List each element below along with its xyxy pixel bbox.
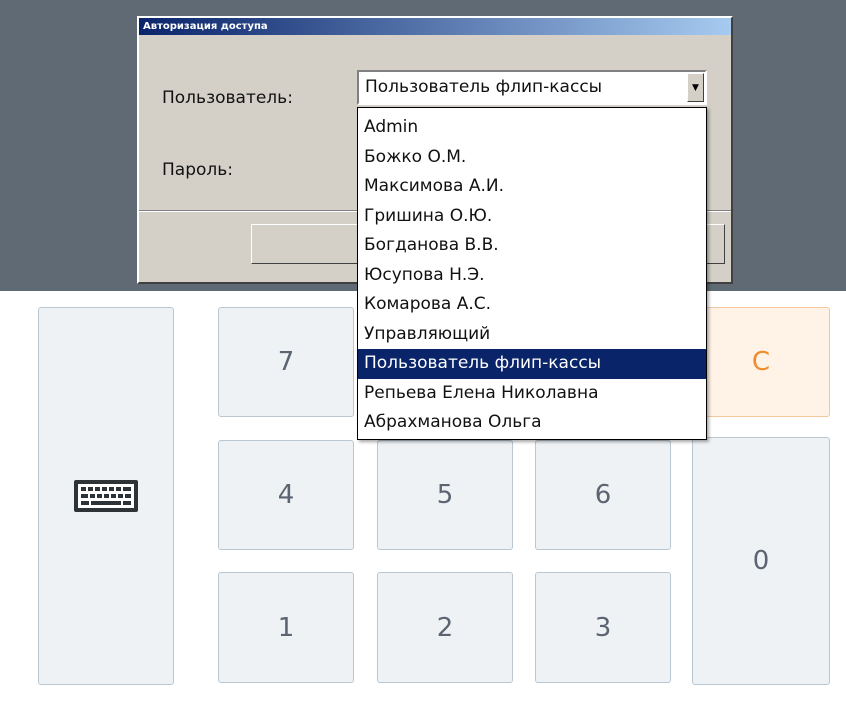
key-2[interactable]: 2 (377, 572, 513, 683)
list-item[interactable]: Богданова В.В. (358, 231, 706, 261)
list-item[interactable]: Максимова А.И. (358, 172, 706, 202)
list-item-selected[interactable]: Пользователь флип-кассы (358, 349, 706, 379)
user-select[interactable]: Пользователь флип-кассы ▼ (357, 70, 707, 105)
list-item[interactable]: Гришина О.Ю. (358, 202, 706, 232)
password-label: Пароль: (162, 160, 234, 180)
list-item[interactable]: Репьева Елена Николавна (358, 379, 706, 409)
list-item[interactable]: Комарова А.С. (358, 290, 706, 320)
key-6[interactable]: 6 (535, 440, 671, 550)
keyboard-button[interactable] (38, 307, 174, 685)
key-7[interactable]: 7 (218, 307, 354, 417)
key-4[interactable]: 4 (218, 440, 354, 550)
user-select-value: Пользователь флип-кассы (365, 77, 603, 97)
list-item[interactable]: Абрахманова Ольга (358, 408, 706, 438)
key-1[interactable]: 1 (218, 572, 354, 683)
list-item[interactable]: Божко О.М. (358, 143, 706, 173)
key-0[interactable]: 0 (692, 437, 830, 685)
list-item[interactable]: Юсупова Н.Э. (358, 261, 706, 291)
user-label: Пользователь: (162, 88, 293, 108)
dialog-title: Авторизация доступа (139, 18, 731, 35)
clear-button[interactable]: C (692, 307, 830, 417)
user-dropdown-list: Admin Божко О.М. Максимова А.И. Гришина … (357, 107, 707, 440)
chevron-down-icon[interactable]: ▼ (687, 73, 704, 102)
list-item[interactable]: Управляющий (358, 320, 706, 350)
key-3[interactable]: 3 (535, 572, 671, 683)
list-item[interactable]: Admin (358, 113, 706, 143)
key-5[interactable]: 5 (377, 440, 513, 550)
keyboard-icon (74, 480, 138, 512)
